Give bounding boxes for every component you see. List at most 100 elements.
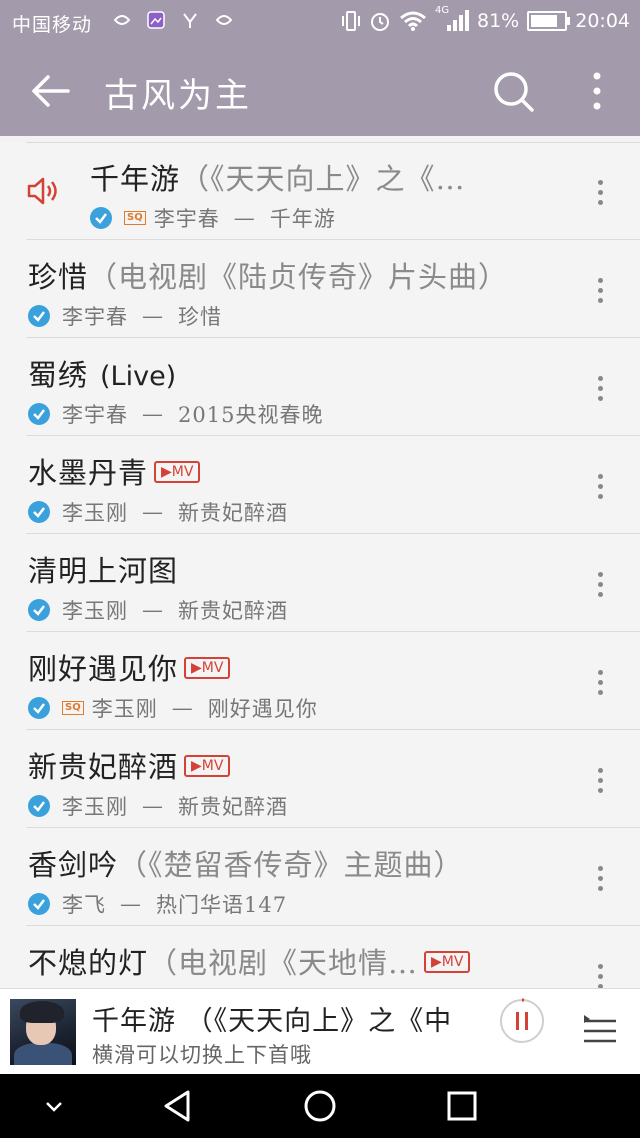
downloaded-check-icon: [28, 403, 50, 425]
song-artist: 李玉刚: [62, 599, 128, 623]
chevron-down-icon[interactable]: [34, 1086, 74, 1126]
meta-separator: —: [142, 598, 164, 622]
song-title-line: 珍惜（电视剧《陆贞传奇》片头曲）: [28, 254, 560, 294]
meta-separator: —: [120, 892, 142, 916]
song-album: 珍惜: [178, 305, 222, 329]
carrier-label: 中国移动: [12, 14, 93, 36]
song-title: 千年游: [90, 162, 181, 196]
song-title: 水墨丹青: [28, 456, 149, 490]
song-artist: 李飞: [62, 893, 106, 917]
speaker-icon: [27, 177, 57, 205]
more-vertical-icon[interactable]: [582, 68, 612, 114]
song-title: 不熄的灯: [28, 946, 149, 980]
more-vertical-icon[interactable]: [590, 374, 610, 404]
song-row[interactable]: 清明上河图李玉刚 — 新贵妃醉酒: [0, 534, 640, 632]
more-vertical-icon[interactable]: [590, 962, 610, 988]
song-artist: 李玉刚: [91, 697, 158, 721]
notification-icons: [112, 10, 234, 30]
more-vertical-icon[interactable]: [590, 766, 610, 796]
song-row[interactable]: 千年游（《天天向上》之《… SQ 李宇春 — 千年游: [0, 142, 640, 240]
more-vertical-icon[interactable]: [590, 570, 610, 600]
song-subtitle: （电视剧《陆贞传奇》片头曲）: [88, 260, 509, 294]
song-title-line: 蜀绣 (Live): [28, 352, 560, 392]
song-meta: 李宇春 — 2015央视春晚: [28, 400, 323, 428]
status-bar: 中国移动 4G 81% 20:04: [0, 0, 640, 46]
mv-badge[interactable]: ▶MV: [184, 657, 231, 679]
song-row[interactable]: 新贵妃醉酒 ▶MV 李玉刚 — 新贵妃醉酒: [0, 730, 640, 828]
more-vertical-icon[interactable]: [590, 178, 610, 208]
sq-quality-badge: SQ: [62, 701, 84, 715]
mv-badge[interactable]: ▶MV: [154, 461, 201, 483]
song-title-line: 新贵妃醉酒 ▶MV: [28, 744, 560, 784]
song-artist: 李宇春: [153, 207, 220, 231]
recents-square-icon[interactable]: [442, 1086, 482, 1126]
song-row[interactable]: 珍惜（电视剧《陆贞传奇》片头曲） 李宇春 — 珍惜: [0, 240, 640, 338]
song-row[interactable]: 刚好遇见你 ▶MV SQ 李玉刚 — 刚好遇见你: [0, 632, 640, 730]
home-circle-icon[interactable]: [300, 1086, 340, 1126]
song-title-line: 刚好遇见你 ▶MV: [28, 646, 560, 686]
downloaded-check-icon: [28, 305, 50, 327]
meta-separator: —: [142, 500, 164, 524]
song-album: 千年游: [269, 207, 336, 231]
song-title-line: 清明上河图: [28, 548, 560, 588]
album-art[interactable]: [10, 999, 76, 1065]
song-meta: SQ 李宇春 — 千年游: [90, 204, 336, 232]
meta-separator: —: [171, 696, 194, 720]
song-artist: 李玉刚: [62, 501, 128, 525]
meta-separator: —: [142, 402, 164, 426]
song-row[interactable]: 不熄的灯（电视剧《天地情… ▶MV: [0, 926, 640, 988]
search-icon[interactable]: [490, 68, 536, 114]
downloaded-check-icon: [28, 501, 50, 523]
song-album: 刚好遇见你: [207, 697, 318, 721]
song-subtitle: （电视剧《天地情…: [148, 946, 419, 980]
playlist-queue-icon[interactable]: [580, 1011, 620, 1051]
song-meta: 李玉刚 — 新贵妃醉酒: [28, 596, 288, 624]
song-album: 新贵妃醉酒: [178, 795, 288, 819]
song-artist: 李宇春: [62, 403, 128, 427]
song-meta: 李飞 — 热门华语147: [28, 890, 287, 918]
back-triangle-icon[interactable]: [158, 1086, 198, 1126]
song-meta: 李宇春 — 珍惜: [28, 302, 222, 330]
signal-icon: 4G: [435, 5, 469, 33]
song-subtitle: (Live): [100, 361, 177, 392]
song-row[interactable]: 水墨丹青 ▶MV 李玉刚 — 新贵妃醉酒: [0, 436, 640, 534]
more-vertical-icon[interactable]: [590, 276, 610, 306]
song-row[interactable]: 蜀绣 (Live) 李宇春 — 2015央视春晚: [0, 338, 640, 436]
song-artist: 李宇春: [62, 305, 128, 329]
song-title-line: 不熄的灯（电视剧《天地情… ▶MV: [28, 940, 560, 980]
pause-icon[interactable]: [498, 997, 546, 1045]
mv-badge[interactable]: ▶MV: [184, 755, 231, 777]
song-row[interactable]: 香剑吟（《楚留香传奇》主题曲） 李飞 — 热门华语147: [0, 828, 640, 926]
downloaded-check-icon: [28, 795, 50, 817]
battery-icon: [527, 11, 571, 31]
song-title-line: 千年游（《天天向上》之《…: [90, 156, 560, 196]
downloaded-check-icon: [28, 599, 50, 621]
more-vertical-icon[interactable]: [590, 668, 610, 698]
notification-icon: [113, 15, 131, 25]
song-album: 新贵妃醉酒: [178, 599, 288, 623]
more-vertical-icon[interactable]: [590, 864, 610, 894]
song-artist: 李玉刚: [62, 795, 128, 819]
more-vertical-icon[interactable]: [590, 472, 610, 502]
wifi-icon: [400, 11, 426, 31]
song-list[interactable]: 千年游（《天天向上》之《… SQ 李宇春 — 千年游 珍惜（电视剧《陆贞传奇》片头曲） 李宇…: [0, 142, 640, 988]
song-title: 清明上河图: [28, 554, 179, 588]
alarm-icon: [371, 13, 389, 31]
app-bar: 古风为主: [0, 46, 640, 136]
song-title-line: 水墨丹青 ▶MV: [28, 450, 560, 490]
song-meta: SQ 李玉刚 — 刚好遇见你: [28, 694, 318, 722]
song-title: 刚好遇见你: [28, 652, 179, 686]
meta-separator: —: [233, 206, 256, 230]
song-album: 热门华语147: [156, 893, 288, 917]
song-album: 2015央视春晚: [178, 403, 324, 427]
song-title: 新贵妃醉酒: [28, 750, 179, 784]
mv-badge[interactable]: ▶MV: [424, 951, 471, 973]
downloaded-check-icon: [28, 893, 50, 915]
song-title: 珍惜: [28, 260, 89, 294]
arrow-left-icon[interactable]: [28, 68, 74, 114]
vibrate-icon: [342, 11, 360, 31]
sq-quality-badge: SQ: [124, 211, 146, 225]
notification-icon: [215, 15, 233, 25]
song-meta: 李玉刚 — 新贵妃醉酒: [28, 792, 288, 820]
now-playing-bar[interactable]: 千年游 （《天天向上》之《中 横滑可以切换上下首哦: [0, 988, 640, 1075]
